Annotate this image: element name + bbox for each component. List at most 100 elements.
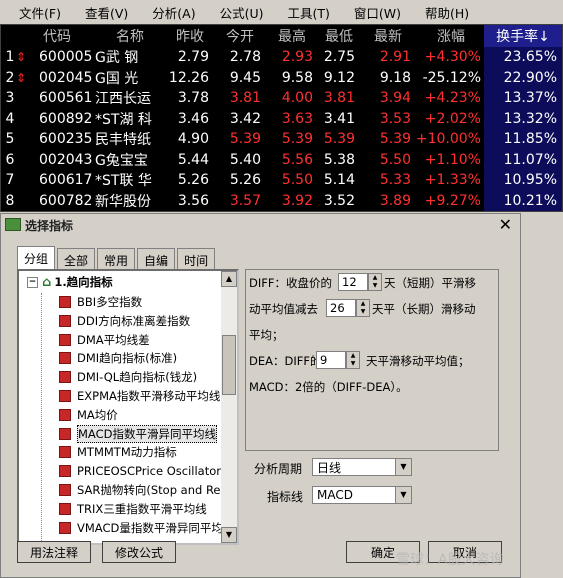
- close-icon[interactable]: ✕: [499, 215, 512, 234]
- tree-item-label: PRICEOSCPrice Oscillator: [77, 464, 221, 479]
- cell-prev-close: 2.79: [177, 49, 209, 66]
- indicator-icon: [59, 390, 71, 402]
- cell-low: 3.52: [323, 192, 355, 209]
- menu-file[interactable]: 文件(F): [19, 3, 61, 22]
- tree-item-label: MACD指数平滑异同平均线: [77, 424, 217, 443]
- table-row[interactable]: 5 600235 民丰特纸 4.90 5.39 5.39 5.39 5.39 +10.00% 11…: [1, 129, 562, 150]
- long-period-input[interactable]: 26: [326, 299, 356, 317]
- tree-item[interactable]: VMACD量指数平滑异同平均线: [19, 519, 234, 537]
- chevron-down-icon[interactable]: ▼: [395, 487, 411, 503]
- tab-group[interactable]: 分组: [17, 246, 56, 271]
- tree-item[interactable]: EXPMA指数平滑移动平均线: [19, 387, 220, 405]
- cell-last: 3.89: [379, 192, 411, 209]
- header-high[interactable]: 最高: [267, 25, 317, 47]
- tree-item[interactable]: PRICEOSCPrice Oscillator: [19, 462, 221, 480]
- header-prev-close[interactable]: 昨收: [167, 25, 213, 47]
- usage-notes-button[interactable]: 用法注释: [17, 541, 91, 563]
- menu-formula[interactable]: 公式(U): [220, 3, 264, 22]
- table-row[interactable]: 7 600617 *ST联 华 5.26 5.26 5.50 5.14 5.33 +1.33% 1…: [1, 170, 562, 191]
- cell-turnover: 13.32%: [503, 110, 557, 127]
- cell-name: G武 钢: [95, 50, 139, 67]
- header-name[interactable]: 名称: [95, 25, 165, 47]
- scroll-thumb[interactable]: [222, 335, 236, 395]
- short-period-stepper[interactable]: ▲ ▼: [368, 273, 382, 291]
- header-low[interactable]: 最低: [319, 25, 359, 47]
- tree-item[interactable]: DMI-QL趋向指标(钱龙): [19, 368, 197, 386]
- dialog-title: 选择指标: [25, 218, 74, 233]
- header-open[interactable]: 今开: [215, 25, 265, 47]
- tree-item-label: MTMMTM动力指标: [77, 445, 177, 460]
- menu-help[interactable]: 帮助(H): [425, 3, 469, 22]
- tree-scrollbar[interactable]: ▲ ▼: [221, 271, 237, 543]
- row-index: 2: [5, 69, 15, 86]
- select-indicator-dialog: 选择指标 ✕ 分组 全部 常用 自编 时间 − ⌂ 1.趋向指标 BBI多空指数…: [0, 213, 521, 578]
- tree-item[interactable]: DDI方向标准离差指数: [19, 312, 190, 330]
- scroll-up-icon[interactable]: ▲: [221, 271, 237, 287]
- table-row[interactable]: 6 002043 G兔宝宝 5.44 5.40 5.56 5.38 5.50 +1.10% 11.…: [1, 150, 562, 171]
- table-row[interactable]: 1 ⇕ 600005 G武 钢 2.79 2.78 2.93 2.75 2.91 +4.30% 23…: [1, 47, 562, 68]
- cell-code: 002045: [39, 69, 93, 86]
- tree-item[interactable]: TRIX三重指数平滑平均线: [19, 500, 207, 518]
- tab-time[interactable]: 时间: [177, 248, 216, 271]
- tree-item[interactable]: SAR抛物转向(Stop and Rev: [19, 481, 227, 499]
- table-row[interactable]: 3 600561 江西长运 3.78 3.81 4.00 3.81 3.94 +4.23% 13.…: [1, 88, 562, 109]
- param-dea-label: DEA：DIFF的: [249, 354, 322, 368]
- param-line2-label: 动平均值减去: [249, 302, 318, 316]
- indicator-line-select[interactable]: MACD ▼: [312, 486, 412, 504]
- indicator-icon: [59, 352, 71, 365]
- cell-high: 5.56: [281, 151, 313, 168]
- collapse-icon[interactable]: −: [27, 276, 38, 288]
- cell-change: +4.30%: [424, 49, 481, 66]
- tree-item[interactable]: MA均价: [19, 406, 118, 424]
- indicator-icon: [59, 296, 71, 308]
- cell-change: +10.00%: [415, 131, 481, 148]
- cell-high: 2.93: [281, 49, 313, 66]
- table-row[interactable]: 8 600782 新华股份 3.56 3.57 3.92 3.52 3.89 +9.27% 10.…: [1, 191, 562, 212]
- long-period-stepper[interactable]: ▲ ▼: [356, 299, 370, 317]
- cell-turnover: 11.85%: [503, 131, 557, 148]
- chevron-down-icon[interactable]: ▼: [395, 459, 411, 475]
- cell-turnover: 10.95%: [503, 172, 557, 189]
- tree-item[interactable]: BBI多空指数: [19, 293, 142, 311]
- menu-tools[interactable]: 工具(T): [287, 3, 329, 22]
- header-last[interactable]: 最新: [361, 25, 415, 47]
- tree-item[interactable]: DMI趋向指标(标准): [19, 349, 177, 367]
- tree-item[interactable]: MACD指数平滑异同平均线: [19, 424, 217, 443]
- table-row[interactable]: 4 600892 *ST湖 科 3.46 3.42 3.63 3.41 3.53 +2.02% 1…: [1, 109, 562, 130]
- menu-window[interactable]: 窗口(W): [354, 3, 401, 22]
- tree-item[interactable]: DMA平均线差: [19, 331, 150, 349]
- cell-prev-close: 4.90: [177, 131, 209, 148]
- menu-view[interactable]: 查看(V): [85, 3, 128, 22]
- menu-analysis[interactable]: 分析(A): [152, 3, 195, 22]
- cell-prev-close: 5.26: [177, 172, 209, 189]
- tree-item-label: BBI多空指数: [77, 295, 143, 309]
- row-index: 6: [5, 151, 15, 168]
- dea-period-stepper[interactable]: ▲ ▼: [346, 351, 360, 369]
- tree-item[interactable]: MTMMTM动力指标: [19, 443, 177, 461]
- cell-last: 5.39: [379, 131, 411, 148]
- short-period-input[interactable]: 12: [338, 273, 368, 291]
- modify-formula-button[interactable]: 修改公式: [102, 541, 176, 563]
- period-select[interactable]: 日线 ▼: [312, 458, 412, 476]
- scroll-down-icon[interactable]: ▼: [221, 527, 237, 543]
- cell-high: 5.50: [281, 172, 313, 189]
- cell-turnover: 22.90%: [503, 69, 557, 86]
- tree-root-node[interactable]: − ⌂ 1.趋向指标: [19, 273, 113, 291]
- indicator-tree[interactable]: − ⌂ 1.趋向指标 BBI多空指数 DDI方向标准离差指数 DMA平均线差 DMI趋…: [17, 269, 239, 545]
- header-turnover[interactable]: 换手率↓: [485, 25, 561, 47]
- watermark: 雪球：A股大咨询: [396, 552, 504, 568]
- cell-change: +9.27%: [424, 192, 481, 209]
- header-code[interactable]: 代码: [23, 25, 91, 47]
- cell-low: 9.12: [323, 69, 355, 86]
- cell-open: 5.40: [229, 151, 261, 168]
- tab-all[interactable]: 全部: [57, 248, 96, 271]
- cell-high: 4.00: [281, 90, 313, 107]
- tab-common[interactable]: 常用: [97, 248, 136, 271]
- tree-item-label: SAR抛物转向(Stop and Rev: [77, 483, 228, 497]
- table-row[interactable]: 2 ⇕ 002045 G国 光 12.26 9.45 9.58 9.12 9.18 -25.12%…: [1, 68, 562, 89]
- row-index: 7: [5, 172, 15, 189]
- cell-code: 600561: [39, 90, 93, 107]
- dea-period-input[interactable]: 9: [316, 351, 346, 369]
- tab-custom[interactable]: 自编: [137, 248, 176, 271]
- header-change[interactable]: 涨幅: [417, 25, 485, 47]
